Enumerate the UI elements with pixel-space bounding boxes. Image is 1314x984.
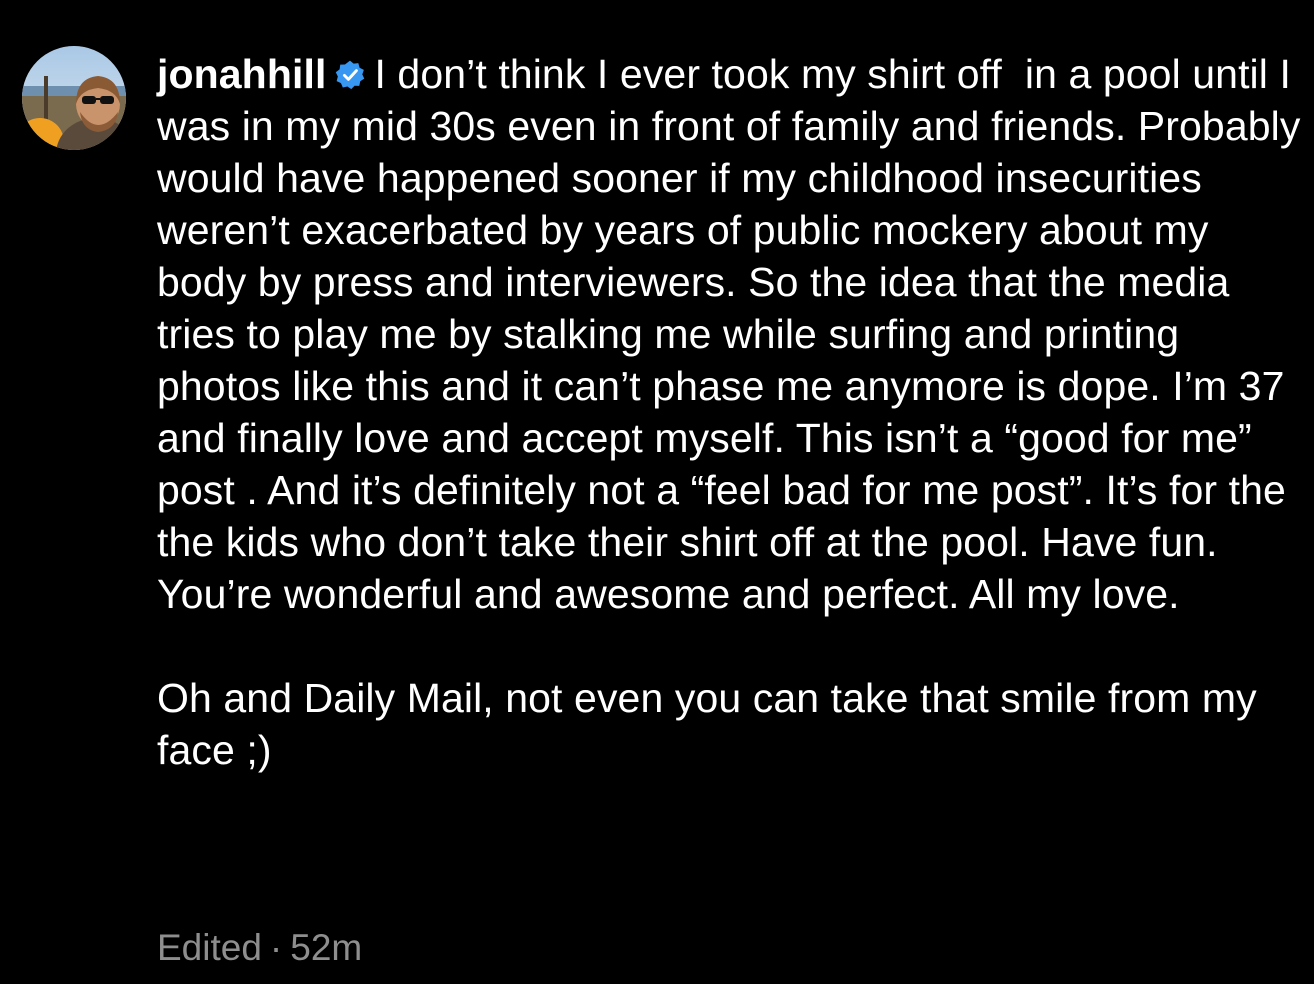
meta-separator: · bbox=[269, 927, 283, 968]
avatar-photo bbox=[22, 46, 126, 150]
caption-paragraph-2: Oh and Daily Mail, not even you can take… bbox=[157, 675, 1269, 773]
post-timestamp[interactable]: 52m bbox=[290, 927, 362, 968]
verified-badge-icon bbox=[336, 60, 365, 90]
caption-paragraph-1: I don’t think I ever took my shirt off i… bbox=[157, 51, 1312, 617]
avatar[interactable] bbox=[22, 46, 126, 150]
paragraph-break bbox=[157, 620, 1302, 672]
edited-label: Edited bbox=[157, 927, 262, 968]
username-link[interactable]: jonahhill bbox=[157, 51, 326, 97]
post-caption: jonahhill I don’t think I ever took my sh… bbox=[157, 48, 1302, 776]
post-meta: Edited · 52m bbox=[157, 924, 362, 972]
